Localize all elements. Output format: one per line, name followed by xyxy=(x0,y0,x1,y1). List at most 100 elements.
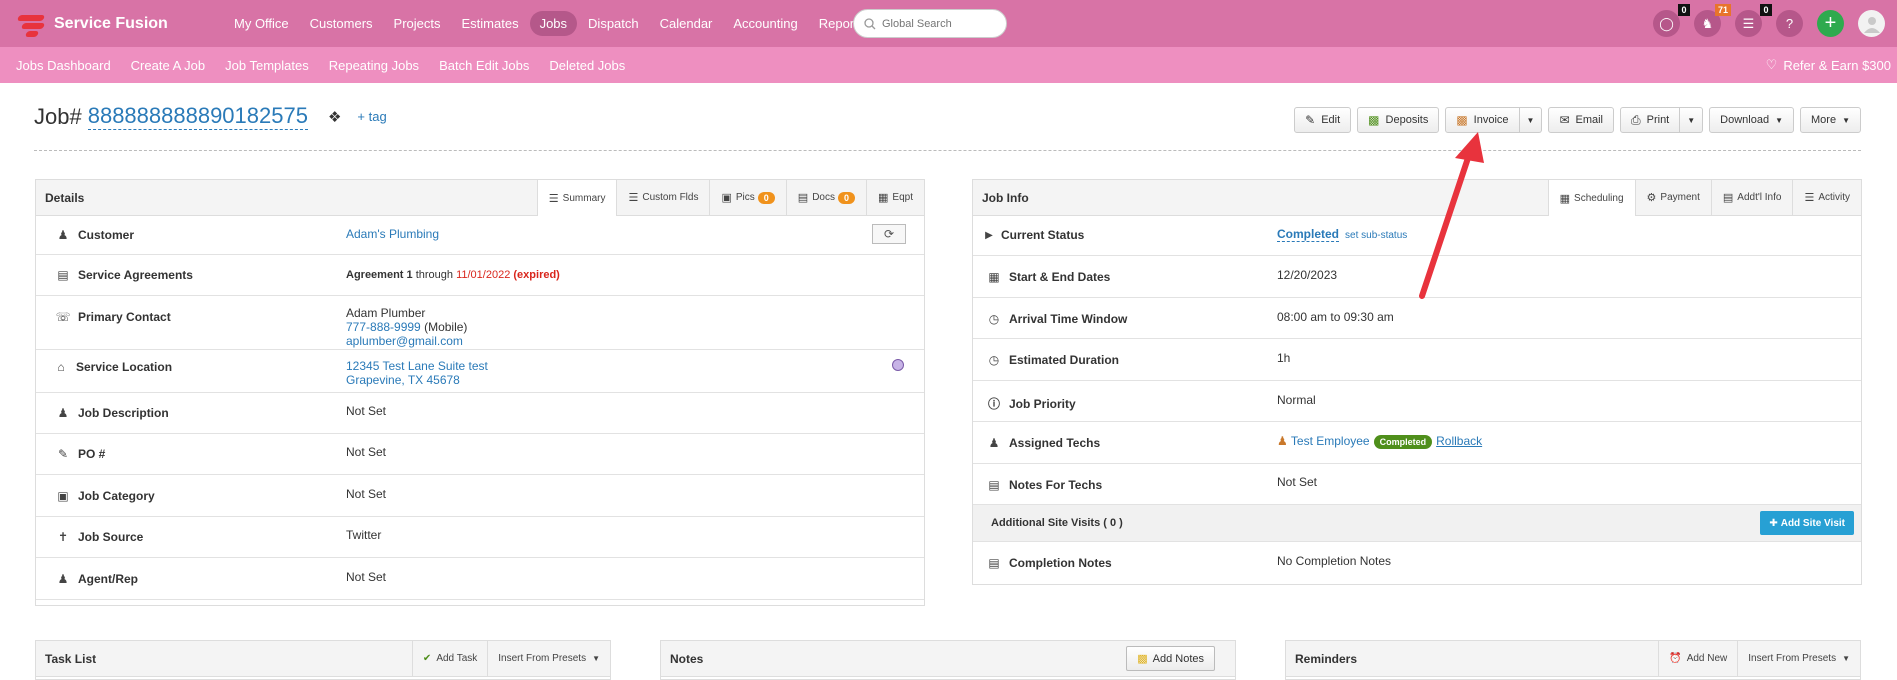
tasks-icon[interactable]: ☰ 0 xyxy=(1735,4,1772,37)
add-notes-button[interactable]: ▩ Add Notes xyxy=(1126,646,1215,671)
contact-phone[interactable]: 777-888-9999 xyxy=(346,320,421,334)
po-row: ✎ PO # Not Set xyxy=(36,434,924,475)
top-nav: Service Fusion My Office Customers Proje… xyxy=(0,0,1897,47)
tab-custom-fields[interactable]: ☰ Custom Flds xyxy=(616,180,710,215)
job-info-header: Job Info ▦ Scheduling ⚙ Payment ▤ Addt'l In… xyxy=(973,180,1861,216)
task-presets-dropdown[interactable]: Insert From Presets ▼ xyxy=(487,641,610,676)
folder-icon: ▣ xyxy=(57,489,69,503)
menu-projects[interactable]: Projects xyxy=(384,11,451,36)
menu-jobs[interactable]: Jobs xyxy=(529,11,578,36)
search-input[interactable] xyxy=(882,17,992,30)
check-icon: ✔ xyxy=(422,653,432,664)
user-icon xyxy=(1863,16,1880,33)
job-number[interactable]: 888888888890182575 xyxy=(87,103,308,130)
home-icon: ⌂ xyxy=(57,360,65,374)
global-search[interactable] xyxy=(853,9,1007,38)
print-button[interactable]: ⎙ Print xyxy=(1620,107,1681,133)
download-button[interactable]: Download ▼ xyxy=(1709,107,1795,133)
users-icon: ♟ xyxy=(57,228,69,242)
list-icon: ☰ xyxy=(548,192,559,205)
sub-nav: Jobs Dashboard Create A Job Job Template… xyxy=(0,47,1897,83)
add-task-button[interactable]: ✔ Add Task xyxy=(411,641,487,676)
job-info-title: Job Info xyxy=(982,190,1029,205)
tab-eqpt[interactable]: ▦ Eqpt xyxy=(866,180,924,215)
task-list-title: Task List xyxy=(45,651,97,666)
deposits-button[interactable]: ▩ Deposits xyxy=(1357,107,1440,133)
invoice-dropdown[interactable]: ▼ xyxy=(1519,107,1543,133)
heart-icon: ♡ xyxy=(1765,57,1778,72)
job-info-panel: Job Info ▦ Scheduling ⚙ Payment ▤ Addt'l In… xyxy=(972,179,1862,585)
contact-email[interactable]: aplumber@gmail.com xyxy=(346,334,463,348)
notify-badge: 71 xyxy=(1714,4,1731,16)
notes-for-techs-row: ▤ Notes For Techs Not Set xyxy=(973,464,1861,505)
set-sub-status-link[interactable]: set sub-status xyxy=(1345,230,1407,241)
current-status-row: ▶ Current Status Completed set sub-status xyxy=(973,216,1861,256)
menu-customers[interactable]: Customers xyxy=(300,11,383,36)
subnav-jobs-dashboard[interactable]: Jobs Dashboard xyxy=(16,58,111,73)
details-header: Details ☰ Summary ☰ Custom Flds ▣ Pics 0 ▤ Do… xyxy=(36,180,924,216)
tech-name-link[interactable]: Test Employee xyxy=(1291,434,1370,448)
list-icon: ☰ xyxy=(628,192,639,204)
add-reminder-button[interactable]: ⏰ Add New xyxy=(1658,641,1737,676)
service-agreements-row: ▤ Service Agreements Agreement 1 through … xyxy=(36,255,924,296)
tab-docs[interactable]: ▤ Docs 0 xyxy=(785,180,867,215)
tab-summary[interactable]: ☰ Summary xyxy=(536,180,617,216)
tab-addtl-info[interactable]: ▤ Addt'l Info xyxy=(1710,180,1793,215)
estimated-duration-row: ◷ Estimated Duration 1h xyxy=(973,339,1861,381)
note-icon: ▩ xyxy=(1137,653,1148,665)
invoice-button[interactable]: ▩ Invoice xyxy=(1445,107,1520,133)
brand-logo[interactable]: Service Fusion xyxy=(14,9,224,39)
plus-icon: ✚ xyxy=(1769,517,1778,529)
reminders-title: Reminders xyxy=(1295,651,1358,666)
add-tag-link[interactable]: + tag xyxy=(357,109,386,124)
edit-button[interactable]: ✎ Edit xyxy=(1294,107,1352,133)
location-line1[interactable]: 12345 Test Lane Suite test xyxy=(346,359,488,373)
chat-icon[interactable]: ◯ 0 xyxy=(1653,4,1690,37)
location-line2[interactable]: Grapevine, TX 45678 xyxy=(346,373,460,387)
refer-label: Refer & Earn $300 xyxy=(1783,57,1891,73)
subnav-create-job[interactable]: Create A Job xyxy=(131,58,205,73)
menu-dispatch[interactable]: Dispatch xyxy=(578,11,649,36)
menu-my-office[interactable]: My Office xyxy=(224,11,299,36)
rollback-link[interactable]: Rollback xyxy=(1436,434,1482,448)
customer-link[interactable]: Adam's Plumbing xyxy=(346,227,439,241)
tab-pics[interactable]: ▣ Pics 0 xyxy=(709,180,786,215)
subnav-batch-edit-jobs[interactable]: Batch Edit Jobs xyxy=(439,58,529,73)
calendar-icon: ▦ xyxy=(988,270,1000,284)
clipboard-icon: ▤ xyxy=(988,556,1000,570)
bell-icon[interactable]: ♞ 71 xyxy=(1694,4,1731,37)
plus-icon[interactable]: + xyxy=(1817,10,1844,37)
tab-activity[interactable]: ☰ Activity xyxy=(1792,180,1861,215)
email-button[interactable]: ✉ Email xyxy=(1548,107,1615,133)
status-value[interactable]: Completed xyxy=(1277,227,1340,242)
add-site-visit-button[interactable]: ✚ Add Site Visit xyxy=(1760,511,1854,535)
assigned-techs-row: ♟ Assigned Techs ♟ Test Employee Completed… xyxy=(973,422,1861,464)
subnav-deleted-jobs[interactable]: Deleted Jobs xyxy=(549,58,625,73)
help-icon[interactable]: ? xyxy=(1776,10,1803,37)
menu-estimates[interactable]: Estimates xyxy=(452,11,529,36)
pics-count: 0 xyxy=(757,191,775,204)
tab-scheduling[interactable]: ▦ Scheduling xyxy=(1547,180,1635,216)
pencil-icon: ✎ xyxy=(1305,113,1316,127)
subnav-repeating-jobs[interactable]: Repeating Jobs xyxy=(329,58,419,73)
tech-person-icon: ♟ xyxy=(1277,434,1288,448)
caret-down-icon: ▼ xyxy=(1842,115,1850,125)
clipboard-icon: ▤ xyxy=(988,478,1000,492)
additional-site-visits-row: Additional Site Visits ( 0 ) ✚ Add Site V… xyxy=(973,505,1861,542)
refer-link[interactable]: ♡ Refer & Earn $300 xyxy=(1766,57,1891,73)
menu-calendar[interactable]: Calendar xyxy=(650,11,723,36)
job-category-row: ▣ Job Category Not Set xyxy=(36,475,924,517)
location-dot-icon[interactable] xyxy=(892,359,904,371)
contact-icon: ☏ xyxy=(55,310,71,324)
print-dropdown[interactable]: ▼ xyxy=(1680,107,1704,133)
document-icon: ▤ xyxy=(57,268,69,282)
history-icon[interactable]: ⟳ xyxy=(872,224,906,244)
reminder-presets-dropdown[interactable]: Insert From Presets ▼ xyxy=(1737,641,1860,676)
more-button[interactable]: More ▼ xyxy=(1800,107,1861,133)
subnav-job-templates[interactable]: Job Templates xyxy=(225,58,309,73)
avatar[interactable] xyxy=(1858,10,1885,37)
tab-payment[interactable]: ⚙ Payment xyxy=(1634,180,1711,215)
job-info-tabs: ▦ Scheduling ⚙ Payment ▤ Addt'l Info ☰ Activ… xyxy=(1547,180,1861,216)
menu-accounting[interactable]: Accounting xyxy=(723,11,807,36)
person-icon: ♟ xyxy=(57,406,69,420)
